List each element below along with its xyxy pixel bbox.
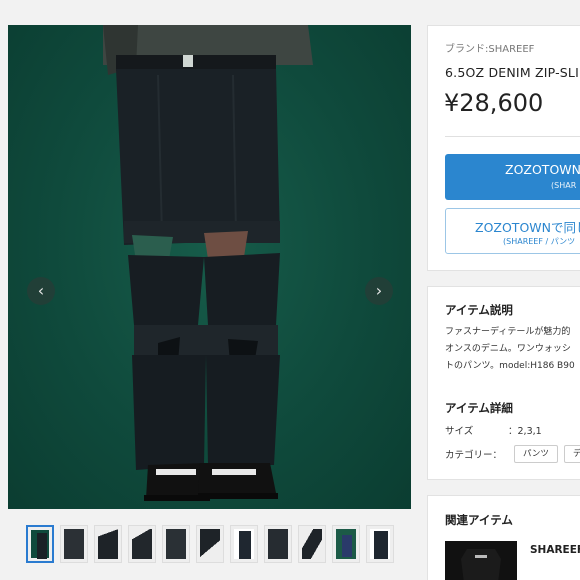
related-items-card: 関連アイテム SHAREEF [427, 495, 580, 580]
thumbnail-3[interactable] [94, 525, 122, 563]
buy-on-zozotown-button[interactable]: ZOZOTOWN (SHAR [445, 154, 580, 200]
thumbnail-9[interactable] [298, 525, 326, 563]
details-title: アイテム詳細 [445, 401, 513, 415]
similar-button-label: ZOZOTOWNで同じ [475, 220, 580, 235]
page: ‹ › ブランド:SHAREEF 6.5OZ DENIM ZIP-SLI ¥28… [0, 0, 580, 580]
related-item-thumbnail[interactable] [445, 541, 517, 580]
thumbnail-7[interactable] [230, 525, 258, 563]
description-line: ファスナーディテールが魅力的 [445, 327, 571, 337]
related-title: 関連アイテム [445, 513, 513, 527]
thumbnail-6[interactable] [196, 525, 224, 563]
buy-button-label: ZOZOTOWN [505, 162, 580, 177]
description-title: アイテム説明 [445, 303, 513, 317]
thumbnail-4[interactable] [128, 525, 156, 563]
product-price: ¥28,600 [444, 89, 544, 117]
thumbnail-strip [26, 525, 396, 563]
size-value: ：2,3,1 [508, 426, 542, 437]
size-label: サイズ [445, 426, 474, 437]
product-name: 6.5OZ DENIM ZIP-SLI [445, 65, 579, 80]
product-image-gallery[interactable]: ‹ › [8, 25, 411, 509]
product-photo [103, 25, 313, 501]
category-tag-denim[interactable]: デ [564, 445, 580, 463]
thumbnail-5[interactable] [162, 525, 190, 563]
thumbnail-2[interactable] [60, 525, 88, 563]
category-label: カテゴリー： [445, 450, 503, 461]
description-line: オンスのデニム。ワンウォッシ [445, 344, 571, 354]
thumbnail-10[interactable] [332, 525, 360, 563]
related-item-image [445, 541, 517, 580]
divider [445, 136, 580, 137]
brand-label[interactable]: ブランド:SHAREEF [445, 40, 534, 55]
category-tag-pants[interactable]: パンツ [514, 445, 558, 463]
related-item-name[interactable]: SHAREEF [530, 544, 580, 556]
gallery-prev-button[interactable]: ‹ [27, 277, 55, 305]
thumbnail-11[interactable] [366, 525, 394, 563]
buy-button-sublabel: (SHAR [551, 181, 577, 190]
product-info-card: ブランド:SHAREEF 6.5OZ DENIM ZIP-SLI ¥28,600… [427, 25, 580, 271]
item-description-card: アイテム説明 ファスナーディテールが魅力的 オンスのデニム。ワンウォッシ トのパ… [427, 286, 580, 480]
thumbnail-1[interactable] [26, 525, 54, 563]
similar-button-sublabel: (SHAREEF / パンツ [503, 237, 576, 246]
description-line: トのパンツ。model:H186 B90 [445, 361, 575, 371]
gallery-next-button[interactable]: › [365, 277, 393, 305]
thumbnail-8[interactable] [264, 525, 292, 563]
similar-on-zozotown-button[interactable]: ZOZOTOWNで同じ (SHAREEF / パンツ [445, 208, 580, 254]
